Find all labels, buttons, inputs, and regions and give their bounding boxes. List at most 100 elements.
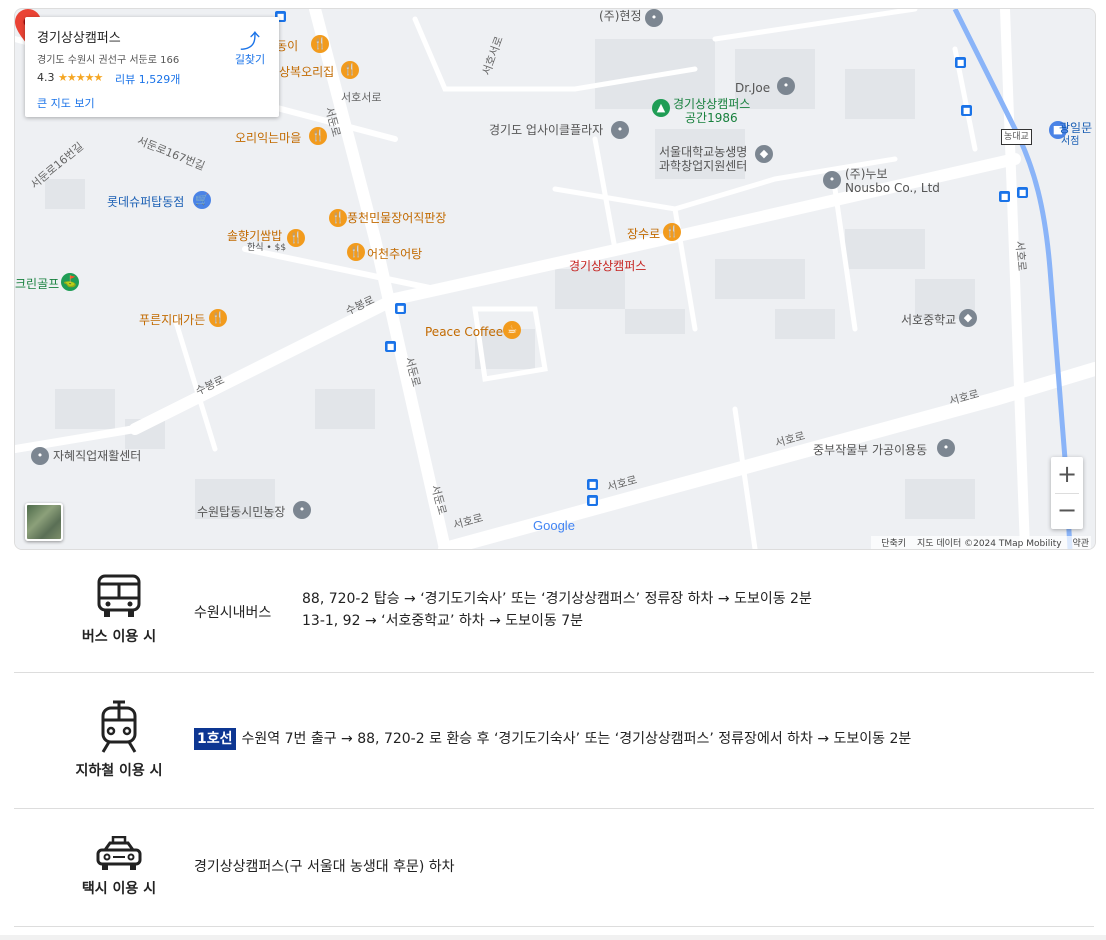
map-label[interactable]: 과학창업지원센터 [659,159,747,173]
subway-line-badge: 1호선 [194,728,236,750]
map-data-text: 지도 데이터 ©2024 TMap Mobility [916,539,1062,549]
map-label[interactable]: 롯데슈퍼탑동점 [107,195,184,209]
rating-stars-icon: ★★★★★ [58,71,103,84]
bus-directions: 88, 720-2 탑승 → ‘경기도기숙사’ 또는 ‘경기상상캠퍼스’ 정류장… [302,588,812,632]
big-map-link[interactable]: 큰 지도 보기 [37,95,95,111]
bus-stop-icon[interactable]: ■ [385,341,396,352]
zoom-out-button[interactable]: − [1051,493,1083,529]
school-icon[interactable]: ◆ [959,309,977,327]
zoom-control: + − [1051,457,1083,529]
bus-stop-icon[interactable]: ■ [1017,187,1028,198]
bus-type: 수원시내버스 [194,605,272,621]
map-label[interactable]: (주)누보 [845,167,887,181]
taxi-icon [96,836,142,870]
terms-link[interactable]: 약관 [1072,539,1089,549]
bus-stop-icon[interactable]: ■ [955,57,966,68]
subway-icon [101,700,137,753]
map-label[interactable]: 공간1986 [685,111,738,125]
map-label[interactable]: (주)현정 [599,9,641,23]
map-label[interactable]: 어천추어탕 [367,247,422,261]
subway-mode: 지하철 이용 시 [64,700,174,780]
restaurant-icon[interactable]: 🍴 [311,35,329,53]
map-label[interactable]: 중부작물부 가공이용동 [813,443,927,457]
place-pin-icon[interactable]: • [31,447,49,465]
map-label[interactable]: 서호중학교 [901,313,956,327]
place-address: 경기도 수원시 권선구 서둔로 166 [37,55,180,66]
map-label[interactable]: 서점 [1061,135,1079,149]
satellite-toggle[interactable] [25,503,63,541]
map-label[interactable]: 자혜직업재활센터 [53,449,141,463]
park-icon[interactable]: ▲ [652,99,670,117]
bus-stop-icon[interactable]: ■ [961,105,972,116]
map-label[interactable]: 광일문 [1059,121,1092,135]
place-pin-icon[interactable]: • [611,121,629,139]
subway-directions: 1호선 수원역 7번 출구 → 88, 720-2 로 환승 후 ‘경기도기숙사’… [194,728,911,750]
restaurant-icon[interactable]: 🍴 [347,243,365,261]
google-logo-text: Google [533,518,575,533]
google-logo: Google [533,518,575,533]
map-label: 농대교 [1001,129,1032,145]
bus-mode-label: 버스 이용 시 [81,629,157,645]
restaurant-icon[interactable]: 🍴 [287,229,305,247]
map-label[interactable]: 풍천민물장어직판장 [347,211,446,225]
cafe-icon[interactable]: ☕ [503,321,521,339]
taxi-mode-label: 택시 이용 시 [81,881,157,897]
place-pin-icon[interactable]: • [645,9,663,27]
map-embed[interactable]: • (주)현정 돈동이 🍴 상복오리집 🍴 서호서로 서호서로 오리익는마을 🍴… [14,8,1096,550]
bus-route-line: 88, 720-2 탑승 → ‘경기도기숙사’ 또는 ‘경기상상캠퍼스’ 정류장… [302,591,812,607]
restaurant-icon[interactable]: 🍴 [309,127,327,145]
place-pin-icon[interactable]: • [823,171,841,189]
subway-route-line: 수원역 7번 출구 → 88, 720-2 로 환승 후 ‘경기도기숙사’ 또는… [241,731,912,747]
directions-button[interactable]: ⤴ 길찾기 [230,31,270,67]
bus-stop-icon[interactable]: ■ [587,495,598,506]
transit-taxi-section: 택시 이용 시 경기상상캠퍼스(구 서울대 농생대 후문) 하차 [14,808,1094,927]
map-label[interactable]: 서울대학교농생명 [659,145,747,159]
school-icon[interactable]: ◆ [755,145,773,163]
shortcuts-link[interactable]: 단축키 [881,539,906,549]
bus-route-line: 13-1, 92 → ‘서호중학교’ 하차 → 도보이동 7분 [302,613,584,629]
restaurant-icon[interactable]: 🍴 [329,209,347,227]
map-label[interactable]: 장수로 [627,227,660,241]
place-name: 경기상상캠퍼스 [37,31,121,46]
restaurant-icon[interactable]: 🍴 [341,61,359,79]
golf-icon[interactable]: ⛳ [61,273,79,291]
road-label: 서호서로 [341,91,382,104]
rating-value: 4.3 [37,71,55,84]
map-label: 한식 • $$ [247,243,287,253]
bus-stop-icon[interactable]: ■ [395,303,406,314]
restaurant-icon[interactable]: 🍴 [663,223,681,241]
zoom-divider [1055,493,1079,494]
taxi-mode: 택시 이용 시 [64,836,174,898]
place-pin-icon[interactable]: • [777,77,795,95]
marker-label[interactable]: 경기상상캠퍼스 [569,257,646,274]
reviews-link[interactable]: 리뷰 1,529개 [115,71,180,87]
bus-icon [97,574,141,617]
map-label[interactable]: Peace Coffee [425,325,503,339]
place-info-card: 경기상상캠퍼스 경기도 수원시 권선구 서둔로 166 4.3 ★★★★★ 리뷰… [25,17,279,117]
map-label[interactable]: 경기상상캠퍼스 [673,97,750,111]
directions-label: 길찾기 [234,53,266,66]
place-pin-icon[interactable]: • [293,501,311,519]
bus-stop-icon[interactable]: ■ [999,191,1010,202]
bus-mode: 버스 이용 시 [64,574,174,646]
map-label[interactable]: 상복오리집 [279,65,334,79]
map-label[interactable]: 크린골프 [15,277,59,291]
transit-bus-section: 버스 이용 시 수원시내버스 88, 720-2 탑승 → ‘경기도기숙사’ 또… [14,566,1094,673]
footer-divider [0,935,1106,940]
transit-subway-section: 지하철 이용 시 1호선 수원역 7번 출구 → 88, 720-2 로 환승 후… [14,672,1094,809]
map-label[interactable]: Nousbo Co., Ltd [845,181,940,195]
map-label[interactable]: 경기도 업사이클플라자 [489,123,603,137]
map-label[interactable]: 푸른지대가든 [139,313,205,327]
zoom-in-button[interactable]: + [1051,457,1083,493]
map-attribution: 단축키 지도 데이터 ©2024 TMap Mobility 약관 [871,536,1091,549]
place-pin-icon[interactable]: • [937,439,955,457]
restaurant-icon[interactable]: 🍴 [209,309,227,327]
road-label: 서호로 [1012,240,1029,272]
shopping-icon[interactable]: 🛒 [193,191,211,209]
taxi-directions: 경기상상캠퍼스(구 서울대 농생대 후문) 하차 [194,859,455,875]
map-label[interactable]: Dr.Joe [735,81,770,95]
directions-icon: ⤴ [240,29,260,53]
bus-stop-icon[interactable]: ■ [587,479,598,490]
map-label[interactable]: 오리익는마을 [235,131,301,145]
map-label[interactable]: 수원탑동시민농장 [197,505,285,519]
